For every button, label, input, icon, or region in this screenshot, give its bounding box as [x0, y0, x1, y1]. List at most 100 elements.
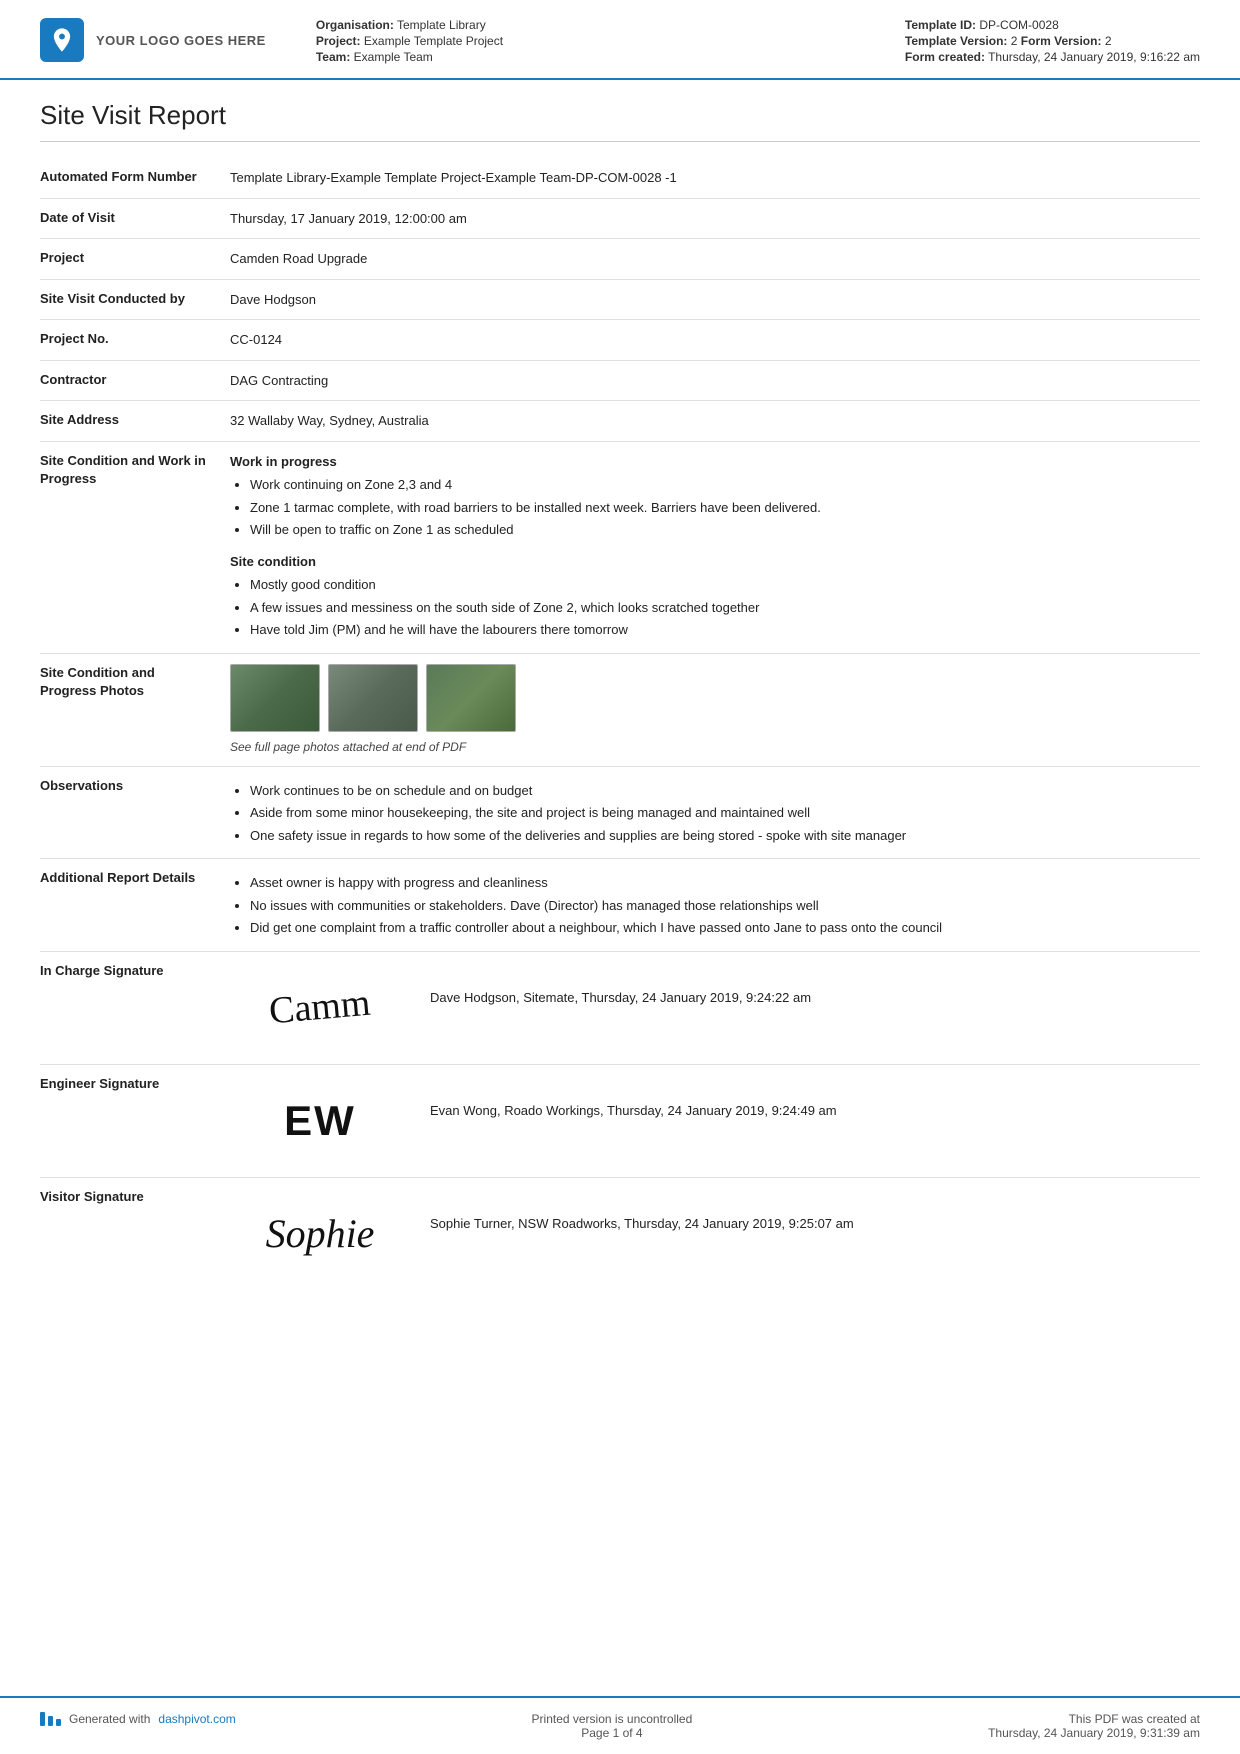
in-charge-signature-info: Dave Hodgson, Sitemate, Thursday, 24 Jan… — [430, 968, 1200, 1008]
add-bullet-3: Did get one complaint from a traffic con… — [250, 918, 1200, 938]
photo-thumb-3 — [426, 664, 516, 732]
visitor-signature-image: Sophie — [258, 1196, 383, 1272]
template-id-value: DP-COM-0028 — [979, 18, 1058, 32]
project-no-value: CC-0124 — [230, 330, 1200, 350]
in-charge-signature-image: Camm — [258, 966, 381, 1049]
contractor-value: DAG Contracting — [230, 371, 1200, 391]
observations-value: Work continues to be on schedule and on … — [230, 777, 1200, 849]
visitor-sig-label: Visitor Signature — [40, 1188, 230, 1206]
header: YOUR LOGO GOES HERE Organisation: Templa… — [0, 0, 1240, 80]
visitor-sig-row: Visitor Signature Sophie Sophie Turner, … — [40, 1178, 1200, 1298]
template-version-value: 2 — [1011, 34, 1018, 48]
footer-page-text: Page 1 of 4 — [532, 1726, 693, 1740]
footer-bar-2 — [48, 1716, 53, 1726]
header-meta: Organisation: Template Library Project: … — [286, 18, 885, 66]
footer-right-date: Thursday, 24 January 2019, 9:31:39 am — [988, 1726, 1200, 1740]
footer-right-text: This PDF was created at — [988, 1712, 1200, 1726]
site-condition-row: Site Condition and Work in Progress Work… — [40, 442, 1200, 654]
site-condition-label: Site Condition and Work in Progress — [40, 452, 230, 488]
footer-bar-1 — [40, 1712, 45, 1726]
footer-center: Printed version is uncontrolled Page 1 o… — [532, 1712, 693, 1740]
date-of-visit-label: Date of Visit — [40, 209, 230, 227]
project-value: Example Template Project — [364, 34, 503, 48]
add-bullet-2: No issues with communities or stakeholde… — [250, 896, 1200, 916]
observations-row: Observations Work continues to be on sch… — [40, 767, 1200, 860]
site-bullet-3: Have told Jim (PM) and he will have the … — [250, 620, 1200, 640]
project-value: Camden Road Upgrade — [230, 249, 1200, 269]
obs-bullet-2: Aside from some minor housekeeping, the … — [250, 803, 1200, 823]
work-bullet-3: Will be open to traffic on Zone 1 as sch… — [250, 520, 1200, 540]
team-label: Team: — [316, 50, 350, 64]
engineer-sig-row: Engineer Signature EW Evan Wong, Roado W… — [40, 1065, 1200, 1178]
form-created-value: Thursday, 24 January 2019, 9:16:22 am — [988, 50, 1200, 64]
project-label: Project: — [316, 34, 361, 48]
template-id-label: Template ID: — [905, 18, 976, 32]
site-bullet-2: A few issues and messiness on the south … — [250, 598, 1200, 618]
project-line: Project: Example Template Project — [316, 34, 885, 48]
add-bullet-1: Asset owner is happy with progress and c… — [250, 873, 1200, 893]
page: YOUR LOGO GOES HERE Organisation: Templa… — [0, 0, 1240, 1754]
form-created-line: Form created: Thursday, 24 January 2019,… — [905, 50, 1200, 64]
footer-center-text: Printed version is uncontrolled — [532, 1712, 693, 1726]
organisation-value: Template Library — [397, 18, 486, 32]
logo-icon — [40, 18, 84, 62]
site-condition-list: Mostly good condition A few issues and m… — [250, 575, 1200, 640]
form-number-row: Automated Form Number Template Library-E… — [40, 158, 1200, 199]
photo-thumb-2 — [328, 664, 418, 732]
visitor-signature-area: Sophie Sophie Turner, NSW Roadworks, Thu… — [230, 1188, 1200, 1280]
date-of-visit-row: Date of Visit Thursday, 17 January 2019,… — [40, 199, 1200, 240]
engineer-signature-image: EW — [276, 1081, 364, 1160]
contractor-label: Contractor — [40, 371, 230, 389]
spacer — [40, 1298, 1200, 1318]
additional-value: Asset owner is happy with progress and c… — [230, 869, 1200, 941]
dashpivot-link[interactable]: dashpivot.com — [158, 1712, 235, 1726]
project-row: Project Camden Road Upgrade — [40, 239, 1200, 280]
work-bullet-1: Work continuing on Zone 2,3 and 4 — [250, 475, 1200, 495]
organisation-line: Organisation: Template Library — [316, 18, 885, 32]
project-label: Project — [40, 249, 230, 267]
site-condition-heading: Site condition — [230, 552, 1200, 572]
form-created-label: Form created: — [905, 50, 985, 64]
visitor-sig-value: Sophie Sophie Turner, NSW Roadworks, Thu… — [230, 1188, 1200, 1280]
obs-bullet-1: Work continues to be on schedule and on … — [250, 781, 1200, 801]
work-in-progress-heading: Work in progress — [230, 452, 1200, 472]
site-visit-conducted-value: Dave Hodgson — [230, 290, 1200, 310]
photos-value: See full page photos attached at end of … — [230, 664, 1200, 756]
project-no-row: Project No. CC-0124 — [40, 320, 1200, 361]
report-title: Site Visit Report — [40, 100, 1200, 142]
site-visit-conducted-label: Site Visit Conducted by — [40, 290, 230, 308]
work-in-progress-list: Work continuing on Zone 2,3 and 4 Zone 1… — [250, 475, 1200, 540]
in-charge-sig-row: In Charge Signature Camm Dave Hodgson, S… — [40, 952, 1200, 1065]
form-number-value: Template Library-Example Template Projec… — [230, 168, 1200, 188]
photos-label: Site Condition and Progress Photos — [40, 664, 230, 700]
obs-bullet-3: One safety issue in regards to how some … — [250, 826, 1200, 846]
observations-label: Observations — [40, 777, 230, 795]
footer-logo — [40, 1712, 61, 1726]
team-line: Team: Example Team — [316, 50, 885, 64]
additional-row: Additional Report Details Asset owner is… — [40, 859, 1200, 952]
header-meta-right: Template ID: DP-COM-0028 Template Versio… — [905, 18, 1200, 66]
site-address-label: Site Address — [40, 411, 230, 429]
in-charge-signature-area: Camm Dave Hodgson, Sitemate, Thursday, 2… — [230, 962, 1200, 1054]
engineer-signature-info: Evan Wong, Roado Workings, Thursday, 24 … — [430, 1081, 1200, 1121]
contractor-row: Contractor DAG Contracting — [40, 361, 1200, 402]
photo-thumbnails — [230, 664, 1200, 732]
site-condition-value: Work in progress Work continuing on Zone… — [230, 452, 1200, 643]
footer-right: This PDF was created at Thursday, 24 Jan… — [988, 1712, 1200, 1740]
date-of-visit-value: Thursday, 17 January 2019, 12:00:00 am — [230, 209, 1200, 229]
visitor-signature-info: Sophie Turner, NSW Roadworks, Thursday, … — [430, 1194, 1200, 1234]
logo-area: YOUR LOGO GOES HERE — [40, 18, 266, 62]
footer-left: Generated with dashpivot.com — [40, 1712, 236, 1726]
project-no-label: Project No. — [40, 330, 230, 348]
in-charge-signature-box: Camm — [230, 968, 410, 1048]
generated-text: Generated with — [69, 1712, 150, 1726]
team-value: Example Team — [354, 50, 433, 64]
site-address-value: 32 Wallaby Way, Sydney, Australia — [230, 411, 1200, 431]
observations-list: Work continues to be on schedule and on … — [250, 781, 1200, 846]
photos-row: Site Condition and Progress Photos See f… — [40, 654, 1200, 767]
organisation-label: Organisation: — [316, 18, 394, 32]
work-bullet-2: Zone 1 tarmac complete, with road barrie… — [250, 498, 1200, 518]
engineer-sig-label: Engineer Signature — [40, 1075, 230, 1093]
site-bullet-1: Mostly good condition — [250, 575, 1200, 595]
in-charge-sig-label: In Charge Signature — [40, 962, 230, 980]
